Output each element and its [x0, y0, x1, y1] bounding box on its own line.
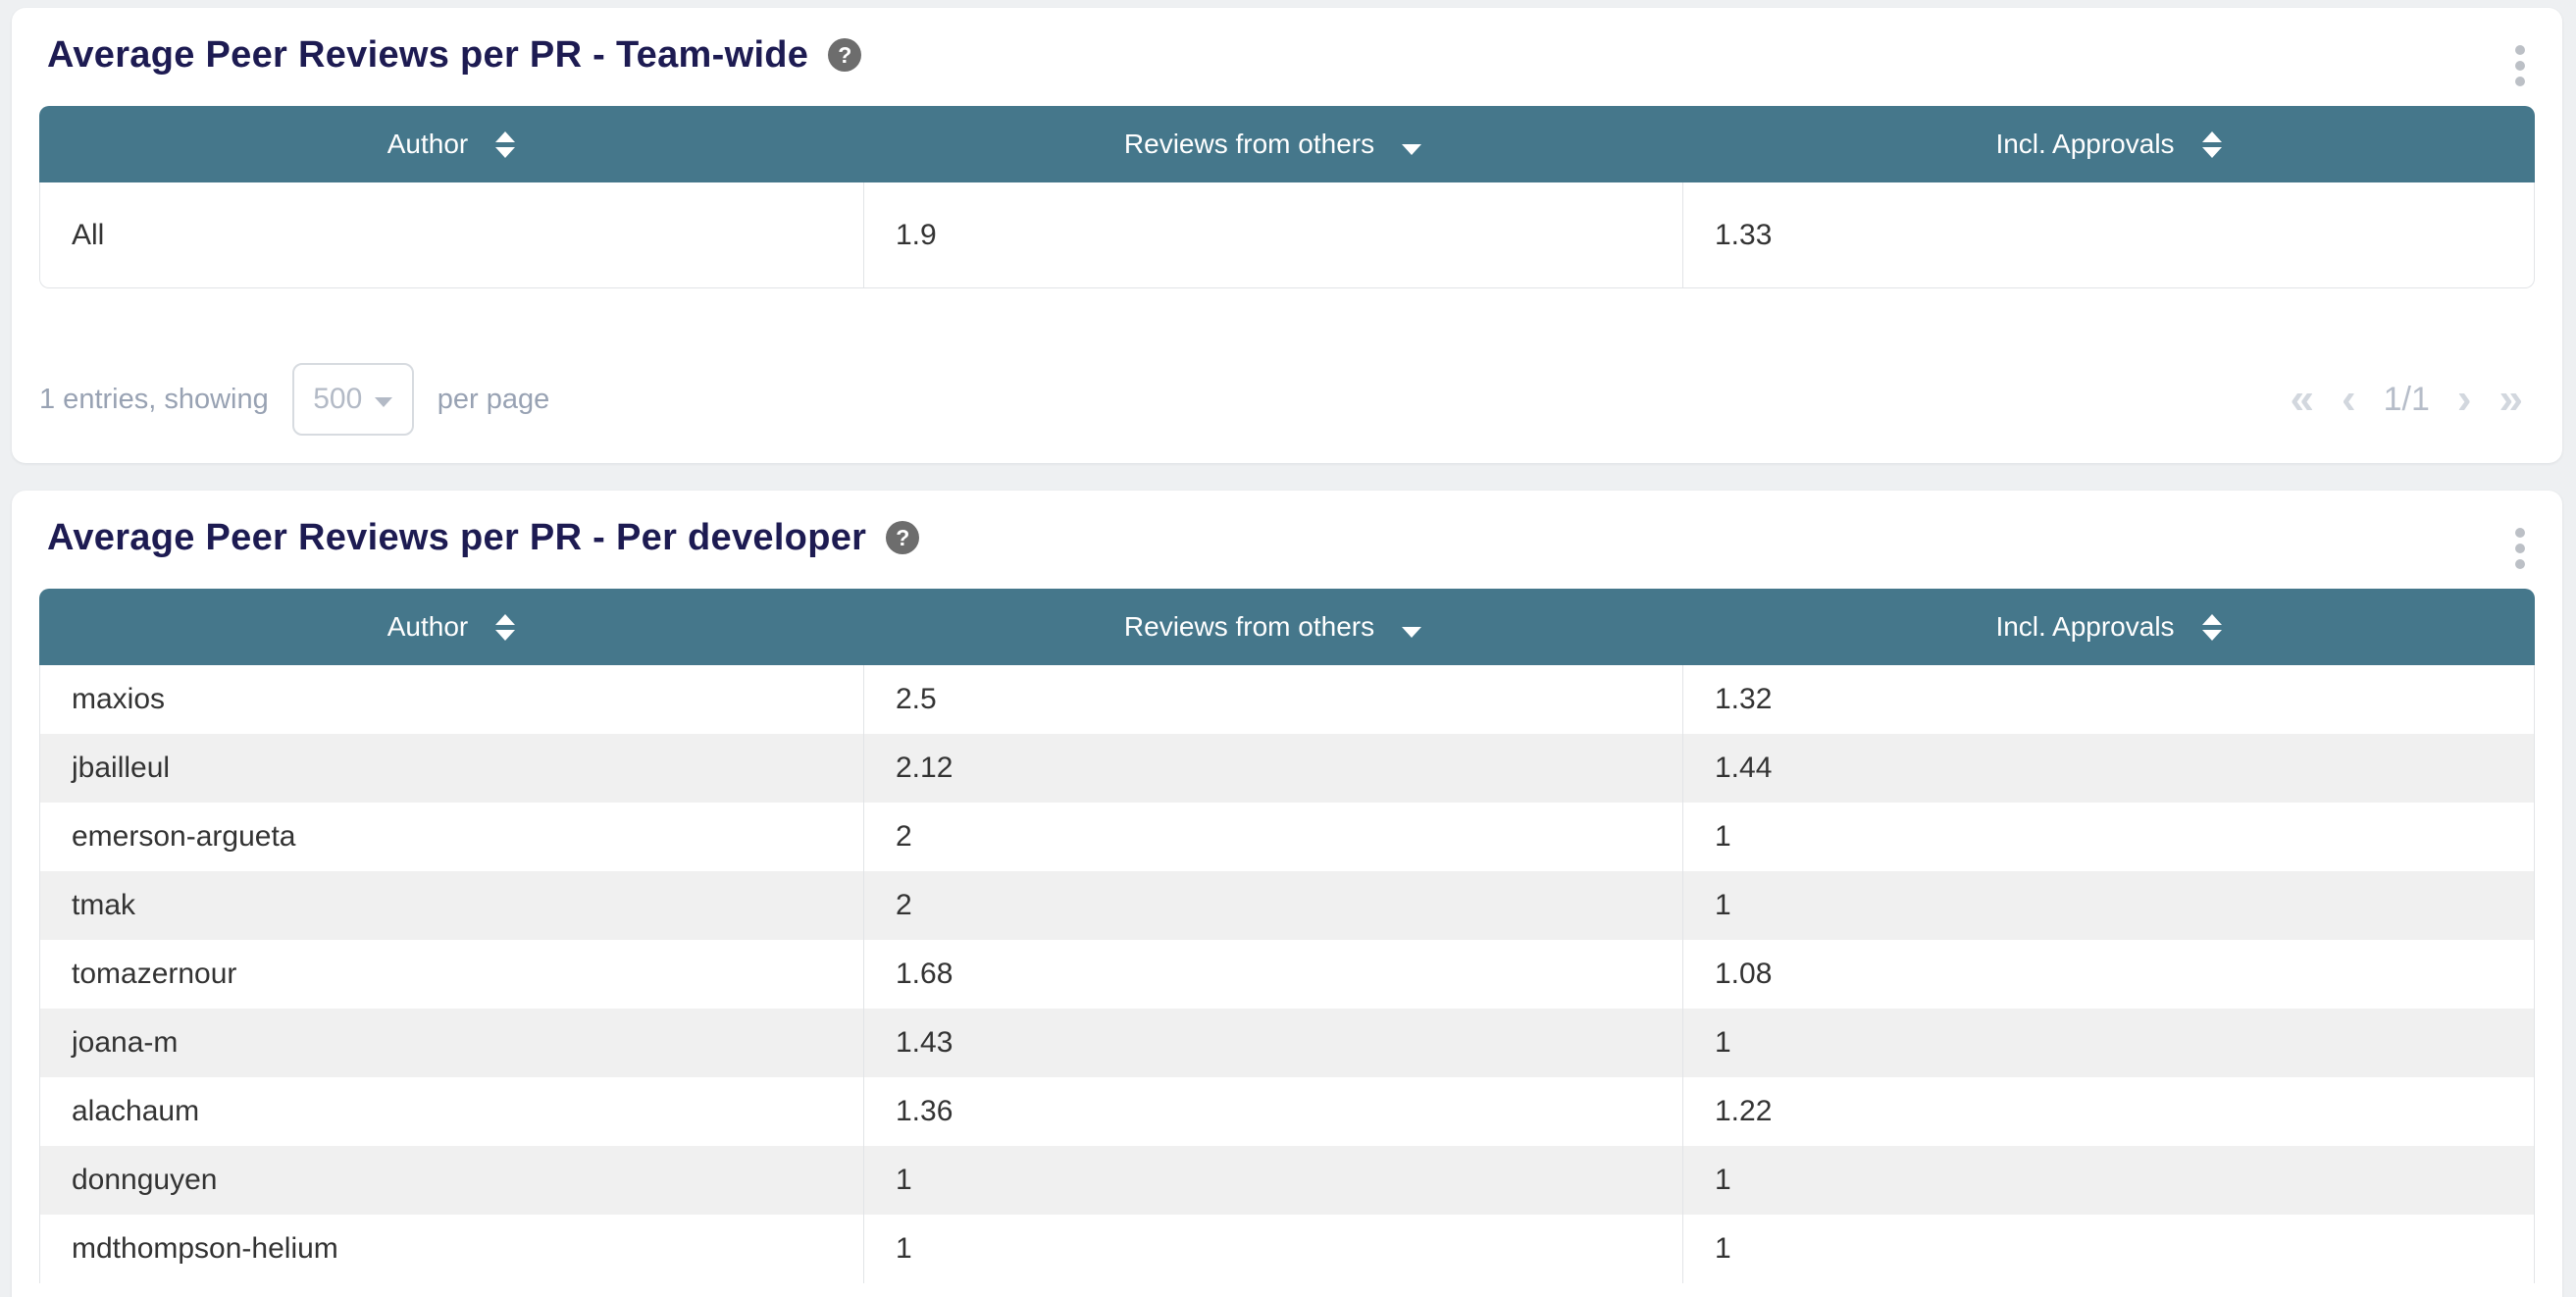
column-header-label: Incl. Approvals: [1995, 129, 2174, 160]
sort-updown-icon: [495, 614, 515, 641]
chevron-down-icon: [375, 397, 392, 407]
column-header[interactable]: Incl. Approvals: [1682, 589, 2535, 665]
table-cell: 1.33: [1682, 182, 2535, 288]
column-header[interactable]: Author: [39, 106, 863, 182]
table-cell: 1.08: [1682, 940, 2535, 1009]
page-size-select[interactable]: 500: [292, 363, 414, 436]
page-title: Average Peer Reviews per PR - Per develo…: [47, 516, 866, 559]
pagination-first-button[interactable]: «: [2290, 378, 2313, 421]
help-icon[interactable]: ?: [828, 38, 861, 72]
table-cell: joana-m: [39, 1009, 863, 1077]
pagination-next-button[interactable]: ›: [2457, 378, 2472, 421]
table-cell: 2: [863, 871, 1682, 940]
table-cell: 1: [863, 1215, 1682, 1283]
table-cell: 2.12: [863, 734, 1682, 803]
kebab-menu-icon[interactable]: [2511, 524, 2529, 573]
table-cell: maxios: [39, 665, 863, 734]
pagination-prev-button[interactable]: ‹: [2342, 378, 2356, 421]
table-cell: mdthompson-helium: [39, 1215, 863, 1283]
per-developer-table: Author Reviews from others Incl. Approvals…: [39, 589, 2535, 1283]
table-cell: jbailleul: [39, 734, 863, 803]
sort-updown-icon: [2202, 131, 2222, 158]
table-cell: 1.43: [863, 1009, 1682, 1077]
pagination-last-button[interactable]: »: [2499, 378, 2523, 421]
table-cell: 1: [1682, 1009, 2535, 1077]
table-cell: 1: [1682, 871, 2535, 940]
table-cell: 1: [1682, 1146, 2535, 1215]
table-cell: tomazernour: [39, 940, 863, 1009]
sort-desc-icon: [1402, 627, 1421, 638]
card-per-developer: Average Peer Reviews per PR - Per develo…: [12, 491, 2562, 1297]
table-cell: 1: [1682, 1215, 2535, 1283]
table-header-row: Author Reviews from others Incl. Approvals: [39, 589, 2535, 665]
column-header[interactable]: Author: [39, 589, 863, 665]
table-cell: 1.44: [1682, 734, 2535, 803]
entries-summary: 1 entries, showing: [39, 384, 269, 416]
card-header: Average Peer Reviews per PR - Team-wide …: [39, 33, 2535, 77]
per-page-label: per page: [438, 384, 550, 416]
card-header: Average Peer Reviews per PR - Per develo…: [39, 516, 2535, 559]
column-header-label: Author: [387, 611, 469, 643]
table-cell: 1: [1682, 803, 2535, 871]
pagination-bar: 1 entries, showing 500 per page « ‹ 1/1 …: [39, 363, 2535, 436]
table-cell: tmak: [39, 871, 863, 940]
table-cell: 1.9: [863, 182, 1682, 288]
sort-updown-icon: [495, 131, 515, 158]
column-header[interactable]: Incl. Approvals: [1682, 106, 2535, 182]
sort-updown-icon: [2202, 614, 2222, 641]
page-title: Average Peer Reviews per PR - Team-wide: [47, 33, 808, 77]
table-cell: All: [39, 182, 863, 288]
column-header-label: Author: [387, 129, 469, 160]
table-row: joana-m1.431: [39, 1009, 2535, 1077]
table-cell: 1.68: [863, 940, 1682, 1009]
table-row: tmak21: [39, 871, 2535, 940]
table-cell: 1.32: [1682, 665, 2535, 734]
column-header-label: Reviews from others: [1124, 611, 1374, 643]
table-row: All1.91.33: [39, 182, 2535, 288]
column-header-label: Reviews from others: [1124, 129, 1374, 160]
table-row: tomazernour1.681.08: [39, 940, 2535, 1009]
sort-desc-icon: [1402, 144, 1421, 155]
column-header[interactable]: Reviews from others: [863, 589, 1682, 665]
table-header-row: Author Reviews from others Incl. Approvals: [39, 106, 2535, 182]
column-header-label: Incl. Approvals: [1995, 611, 2174, 643]
kebab-menu-icon[interactable]: [2511, 41, 2529, 90]
table-cell: 1: [863, 1146, 1682, 1215]
table-cell: 1.36: [863, 1077, 1682, 1146]
page-size-value: 500: [313, 383, 362, 416]
table-cell: 2.5: [863, 665, 1682, 734]
table-row: jbailleul2.121.44: [39, 734, 2535, 803]
table-cell: alachaum: [39, 1077, 863, 1146]
table-row: donnguyen11: [39, 1146, 2535, 1215]
table-row: emerson-argueta21: [39, 803, 2535, 871]
table-cell: 2: [863, 803, 1682, 871]
table-row: maxios2.51.32: [39, 665, 2535, 734]
table-cell: emerson-argueta: [39, 803, 863, 871]
column-header[interactable]: Reviews from others: [863, 106, 1682, 182]
page-indicator: 1/1: [2384, 381, 2430, 419]
table-cell: donnguyen: [39, 1146, 863, 1215]
card-teamwide: Average Peer Reviews per PR - Team-wide …: [12, 8, 2562, 463]
table-row: alachaum1.361.22: [39, 1077, 2535, 1146]
teamwide-table: Author Reviews from others Incl. Approvals…: [39, 106, 2535, 288]
table-cell: 1.22: [1682, 1077, 2535, 1146]
help-icon[interactable]: ?: [886, 521, 919, 554]
table-row: mdthompson-helium11: [39, 1215, 2535, 1283]
